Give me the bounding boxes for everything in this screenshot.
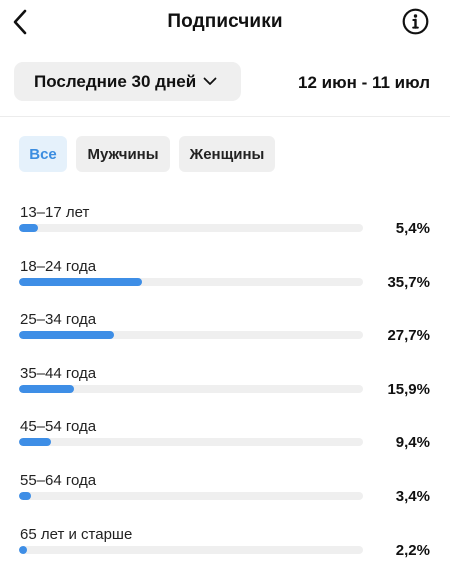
age-row: 65 лет и старше 2,2%: [0, 522, 450, 576]
age-label: 18–24 года: [20, 257, 97, 275]
chevron-down-icon: [203, 77, 217, 86]
page-title: Подписчики: [167, 11, 283, 32]
filter-all-button[interactable]: Все: [19, 136, 67, 172]
age-bar-fill: [19, 277, 142, 286]
age-label: 65 лет и старше: [20, 525, 133, 543]
gender-filter: Все Мужчины Женщины: [19, 136, 275, 172]
date-range: 12 июн - 11 июл: [297, 73, 430, 92]
age-bar-fill: [19, 384, 74, 393]
age-label: 13–17 лет: [20, 204, 90, 221]
age-bar-track: [19, 545, 363, 554]
age-percent: 3,4%: [395, 487, 430, 505]
age-label: 35–44 года: [20, 364, 97, 382]
age-bar-fill: [19, 545, 27, 554]
age-bar-fill: [19, 224, 38, 232]
age-bar-track: [19, 277, 363, 286]
age-label: 45–54 года: [20, 418, 97, 436]
age-row: 18–24 года 35,7%: [0, 254, 450, 308]
age-bar-track: [19, 491, 363, 500]
age-percent: 27,7%: [387, 327, 430, 345]
header: Подписчики: [0, 0, 450, 44]
age-bar-track: [19, 384, 363, 393]
info-button[interactable]: [401, 7, 429, 35]
age-percent: 2,2%: [395, 541, 430, 559]
age-percent: 15,9%: [387, 380, 430, 398]
age-distribution: 13–17 лет 5,4% 18–24 года 35,7% 25–34 го…: [0, 200, 450, 575]
divider: [0, 116, 450, 117]
age-bar-track: [19, 331, 363, 340]
age-row: 25–34 года 27,7%: [0, 307, 450, 361]
age-percent: 35,7%: [387, 273, 430, 291]
info-icon: [402, 8, 428, 34]
age-bar-fill: [19, 331, 115, 340]
age-percent: 9,4%: [395, 434, 430, 452]
age-bar-fill: [19, 491, 31, 500]
filter-men-button[interactable]: Мужчины: [76, 136, 170, 172]
age-percent: 5,4%: [395, 220, 430, 237]
period-label: Последние 30 дней: [34, 71, 197, 91]
period-dropdown[interactable]: Последние 30 дней: [14, 62, 241, 101]
age-label: 55–64 года: [20, 471, 97, 489]
age-row: 35–44 года 15,9%: [0, 361, 450, 415]
age-bar-fill: [19, 438, 52, 447]
age-row: 13–17 лет 5,4%: [0, 200, 450, 254]
age-row: 55–64 года 3,4%: [0, 468, 450, 522]
age-bar-track: [19, 224, 363, 232]
age-bar-track: [19, 438, 363, 447]
age-row: 45–54 года 9,4%: [0, 414, 450, 468]
age-label: 25–34 года: [20, 311, 97, 329]
filter-women-button[interactable]: Женщины: [179, 136, 275, 172]
